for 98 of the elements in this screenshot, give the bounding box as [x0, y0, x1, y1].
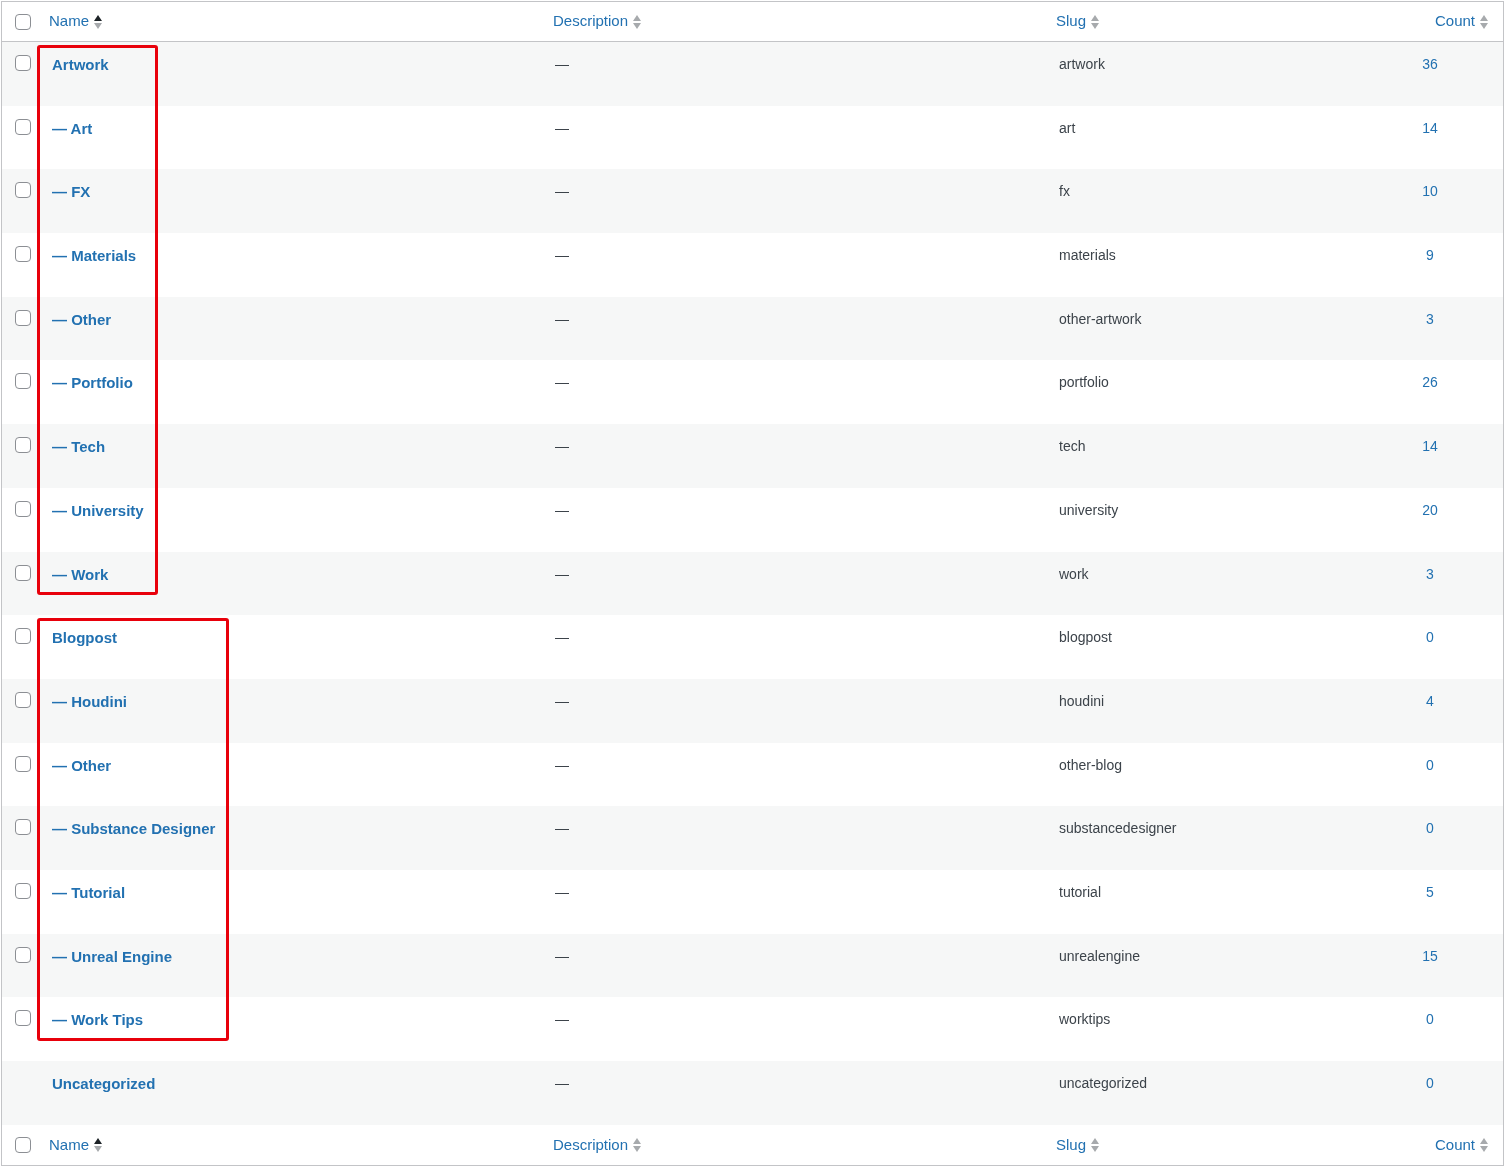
description-cell: —	[555, 438, 569, 455]
column-sort-link[interactable]: Count	[1434, 10, 1489, 33]
description-cell: —	[555, 629, 569, 646]
checkbox[interactable]	[15, 628, 31, 645]
checkbox[interactable]	[15, 55, 31, 71]
description-cell: —	[555, 501, 569, 518]
slug-cell: art	[1059, 119, 1076, 136]
post-count-link[interactable]: 10	[1422, 181, 1438, 203]
column-sort-link[interactable]: Slug	[1056, 10, 1101, 33]
category-name-link[interactable]: — Portfolio	[52, 374, 133, 392]
description-cell: —	[555, 947, 569, 964]
category-name-link[interactable]: — Art	[52, 119, 93, 137]
description-cell: —	[555, 374, 569, 391]
description-cell: —	[555, 756, 569, 773]
post-count-link[interactable]: 0	[1426, 754, 1434, 776]
post-count-link[interactable]: 3	[1426, 308, 1434, 330]
checkbox[interactable]	[15, 755, 31, 772]
checkbox[interactable]	[15, 182, 31, 199]
category-name-link[interactable]: — Tech	[52, 438, 106, 456]
slug-cell: artwork	[1059, 56, 1105, 72]
description-cell: —	[555, 119, 569, 136]
post-count-link[interactable]: 0	[1426, 818, 1434, 840]
checkbox[interactable]	[15, 1137, 31, 1153]
checkbox[interactable]	[15, 500, 31, 517]
sort-arrows-icon	[1090, 1136, 1101, 1154]
slug-cell: blogpost	[1059, 629, 1112, 646]
post-count-link[interactable]: 14	[1422, 117, 1438, 139]
slug-cell: portfolio	[1059, 374, 1109, 391]
description-cell: —	[555, 183, 569, 200]
column-sort-link[interactable]: Slug	[1056, 1133, 1101, 1157]
category-name-link[interactable]: — Unreal Engine	[52, 947, 173, 965]
slug-cell: fx	[1059, 183, 1070, 200]
post-count-link[interactable]: 5	[1426, 881, 1434, 903]
checkbox[interactable]	[15, 309, 31, 326]
category-name-link[interactable]: — Work	[52, 565, 109, 583]
sort-arrows-icon	[1479, 1136, 1489, 1154]
category-name-link[interactable]: — Work Tips	[52, 1011, 144, 1029]
post-count-link[interactable]: 26	[1422, 372, 1438, 394]
description-cell: —	[555, 310, 569, 327]
slug-cell: tutorial	[1059, 883, 1102, 900]
column-sort-link[interactable]: Name	[49, 1133, 103, 1157]
checkbox[interactable]	[15, 819, 31, 836]
category-name-link[interactable]: — University	[52, 501, 144, 519]
slug-cell: tech	[1059, 438, 1086, 455]
category-name-link[interactable]: — Other	[52, 756, 112, 774]
slug-cell: work	[1059, 565, 1089, 582]
checkbox[interactable]	[15, 13, 31, 30]
checkbox[interactable]	[15, 246, 31, 263]
category-name-link[interactable]: — Other	[52, 310, 112, 328]
description-cell: —	[555, 56, 569, 72]
slug-cell: unrealengine	[1059, 947, 1140, 964]
checkbox[interactable]	[15, 437, 31, 454]
sort-arrows-icon	[93, 1136, 103, 1154]
description-cell: —	[555, 883, 569, 900]
post-count-link[interactable]: 0	[1426, 627, 1434, 649]
category-name-link[interactable]: Blogpost	[52, 629, 117, 647]
sort-arrows-icon	[632, 1136, 643, 1154]
description-cell: —	[555, 1011, 569, 1028]
category-name-link[interactable]: Uncategorized	[52, 1075, 156, 1092]
description-cell: —	[555, 1075, 569, 1091]
post-count-link[interactable]: 15	[1422, 945, 1438, 967]
column-sort-link[interactable]: Description	[553, 10, 643, 33]
checkbox[interactable]	[15, 564, 31, 581]
description-cell: —	[555, 247, 569, 264]
post-count-link[interactable]: 3	[1426, 563, 1434, 585]
post-count-link[interactable]: 0	[1426, 1073, 1434, 1094]
checkbox[interactable]	[15, 946, 31, 963]
checkbox[interactable]	[15, 1010, 31, 1027]
slug-cell: houdini	[1059, 692, 1105, 709]
checkbox[interactable]	[15, 882, 31, 899]
checkbox[interactable]	[15, 118, 31, 135]
slug-cell: uncategorized	[1059, 1075, 1147, 1091]
description-cell: —	[555, 565, 569, 582]
category-name-link[interactable]: — Tutorial	[52, 883, 126, 901]
category-name-link[interactable]: Artwork	[52, 56, 109, 73]
slug-cell: other-blog	[1059, 756, 1123, 773]
slug-cell: substancedesigner	[1059, 820, 1177, 837]
slug-cell: worktips	[1059, 1011, 1111, 1028]
column-sort-link[interactable]: Description	[553, 1133, 643, 1157]
slug-cell: other-artwork	[1059, 310, 1142, 327]
post-count-link[interactable]: 0	[1426, 1009, 1434, 1031]
post-count-link[interactable]: 9	[1426, 245, 1434, 267]
slug-cell: materials	[1059, 247, 1116, 264]
description-cell: —	[555, 692, 569, 709]
description-cell: —	[555, 820, 569, 837]
post-count-link[interactable]: 4	[1426, 690, 1434, 712]
category-name-link[interactable]: — FX	[52, 183, 91, 201]
checkbox[interactable]	[15, 373, 31, 390]
category-name-link[interactable]: — Materials	[52, 247, 137, 265]
slug-cell: university	[1059, 501, 1119, 518]
column-sort-link[interactable]: Name	[49, 10, 103, 33]
checkbox[interactable]	[15, 691, 31, 708]
column-sort-link[interactable]: Count	[1434, 1133, 1489, 1157]
post-count-link[interactable]: 36	[1422, 54, 1438, 75]
post-count-link[interactable]: 20	[1422, 499, 1438, 521]
category-name-link[interactable]: — Substance Designer	[52, 820, 216, 838]
post-count-link[interactable]: 14	[1422, 436, 1438, 458]
category-name-link[interactable]: — Houdini	[52, 692, 127, 710]
